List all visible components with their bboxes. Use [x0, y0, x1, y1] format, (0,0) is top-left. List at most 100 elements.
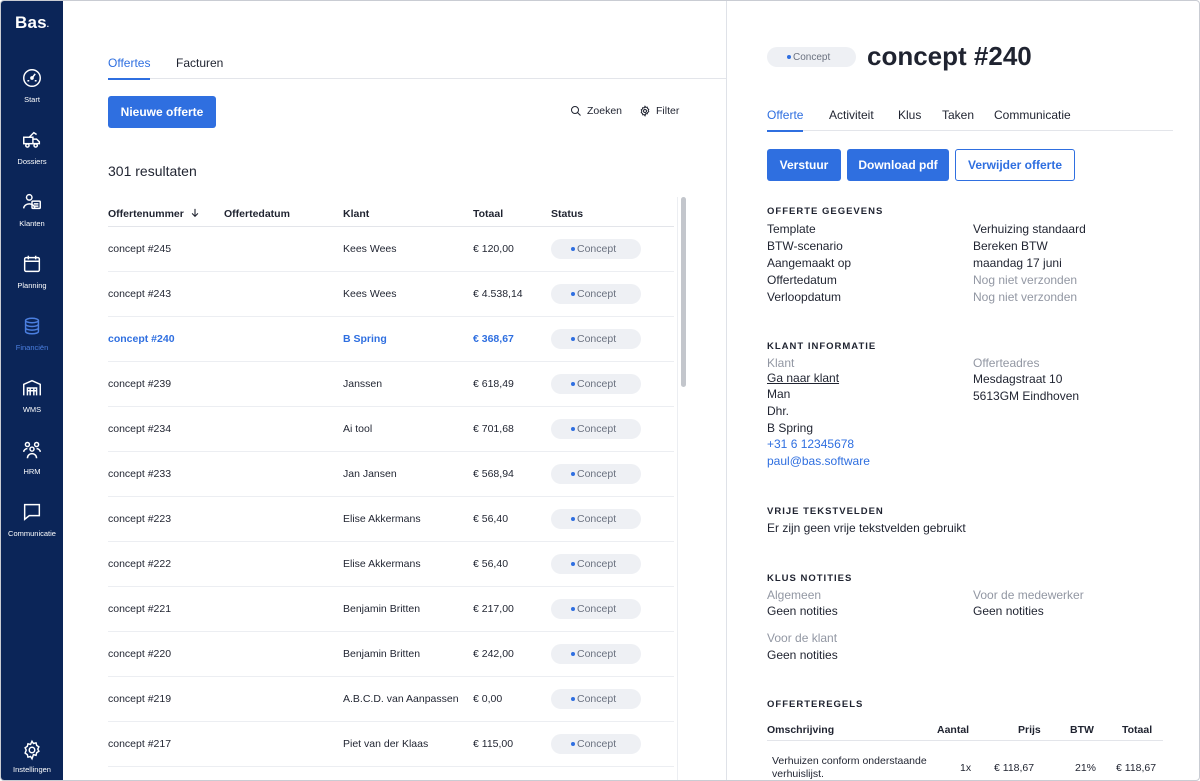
- send-button[interactable]: Verstuur: [767, 149, 841, 181]
- status-badge: Concept: [551, 554, 641, 574]
- table-row[interactable]: concept #233 Jan Jansen € 568,94 Concept: [108, 452, 674, 497]
- tab-offertes[interactable]: Offertes: [108, 56, 151, 80]
- app-window: Bas. Start Dossiers Klanten Planning Fin…: [0, 0, 1200, 781]
- cell-offertenummer: concept #239: [108, 378, 172, 390]
- cell-klant: Kees Wees: [343, 243, 397, 255]
- line-total: € 118,67: [1116, 762, 1157, 774]
- table-row[interactable]: concept #240 B Spring € 368,67 Concept: [108, 317, 674, 362]
- nav-item-start[interactable]: Start: [1, 67, 63, 123]
- table-row[interactable]: concept #234 Ai tool € 701,68 Concept: [108, 407, 674, 452]
- offers-list-panel: Offertes Facturen Nieuwe offerte Zoeken …: [63, 1, 726, 780]
- table-row[interactable]: concept #245 Kees Wees € 120,00 Concept: [108, 227, 674, 272]
- field-label: BTW-scenario: [767, 239, 843, 253]
- nav-item-communicatie[interactable]: Communicatie: [1, 501, 63, 557]
- search-icon: [571, 106, 581, 116]
- col-aantal: Aantal: [937, 724, 970, 736]
- client-email-link[interactable]: paul@bas.software: [767, 454, 870, 468]
- cell-totaal: € 217,00: [473, 603, 514, 615]
- cell-offertenummer: concept #220: [108, 648, 172, 660]
- field-value: Geen notities: [973, 604, 1044, 618]
- nav-item-dossiers[interactable]: Dossiers: [1, 129, 63, 185]
- filter-gear-icon: [640, 105, 650, 117]
- nav-item-planning[interactable]: Planning: [1, 253, 63, 309]
- status-badge: Concept: [551, 284, 641, 304]
- col-klant[interactable]: Klant: [343, 208, 369, 220]
- cell-klant: Ai tool: [343, 423, 373, 435]
- calendar-icon: [23, 255, 41, 273]
- cell-offertenummer: concept #217: [108, 738, 172, 750]
- new-offer-button[interactable]: Nieuwe offerte: [108, 96, 216, 128]
- download-pdf-button[interactable]: Download pdf: [847, 149, 949, 181]
- col-offertenummer[interactable]: Offertenummer: [108, 208, 200, 220]
- field-label: Voor de medewerker: [973, 588, 1084, 602]
- nav-label: Instellingen: [13, 765, 51, 774]
- tab-klus[interactable]: Klus: [898, 108, 921, 122]
- field-label: Voor de klant: [767, 631, 838, 645]
- cell-totaal: € 120,00: [473, 243, 514, 255]
- cell-offertenummer: concept #233: [108, 468, 172, 480]
- line-description: Verhuizen conform onderstaande verhuisli…: [772, 755, 927, 780]
- filter-button[interactable]: Filter: [639, 105, 679, 117]
- cell-klant: Janssen: [343, 378, 383, 390]
- detail-tabs: Offerte Activiteit Klus Taken Communicat…: [767, 107, 1173, 132]
- search-button[interactable]: Zoeken: [570, 105, 622, 117]
- status-badge: Concept: [551, 419, 641, 439]
- cell-offertenummer: concept #221: [108, 603, 172, 615]
- table-row[interactable]: concept #223 Elise Akkermans € 56,40 Concep…: [108, 497, 674, 542]
- tab-activiteit[interactable]: Activiteit: [829, 108, 874, 122]
- table-row[interactable]: concept #239 Janssen € 618,49 Concept: [108, 362, 674, 407]
- section-title-offerteregels: OFFERTEREGELS: [767, 699, 864, 710]
- status-badge: Concept: [551, 239, 641, 259]
- field-value: Verhuizing standaard: [973, 222, 1086, 236]
- delete-offer-button[interactable]: Verwijder offerte: [955, 149, 1075, 181]
- table-row[interactable]: concept #219 A.B.C.D. van Aanpassen € 0,00…: [108, 677, 674, 722]
- go-to-client-link[interactable]: Ga naar klant: [767, 371, 839, 385]
- col-omschrijving: Omschrijving: [767, 724, 835, 736]
- field-value: Geen notities: [767, 648, 838, 662]
- table-row[interactable]: concept #222 Elise Akkermans € 56,40 Concep…: [108, 542, 674, 587]
- tab-offerte[interactable]: Offerte: [767, 108, 804, 132]
- cell-offertenummer: concept #243: [108, 288, 172, 300]
- nav-item-wms[interactable]: WMS: [1, 377, 63, 433]
- arrow-down-icon: [191, 208, 199, 218]
- table-row[interactable]: concept #220 Benjamin Britten € 242,00 Conc…: [108, 632, 674, 677]
- nav-label: Start: [24, 95, 40, 104]
- nav-item-instellingen[interactable]: Instellingen: [1, 739, 63, 780]
- nav-item-klanten[interactable]: Klanten: [1, 191, 63, 247]
- gear-icon: [24, 739, 40, 761]
- table-header: Offertenummer Offertedatum Klant Totaal …: [108, 207, 674, 227]
- cell-offertenummer: concept #222: [108, 558, 172, 570]
- nav-item-financien[interactable]: Financiën: [1, 315, 63, 371]
- field-label: Algemeen: [767, 588, 822, 602]
- status-badge: Concept: [551, 374, 641, 394]
- sidebar: Bas. Start Dossiers Klanten Planning Fin…: [1, 1, 63, 780]
- truck-icon: [23, 131, 41, 148]
- section-title-klus-notities: KLUS NOTITIES: [767, 573, 853, 584]
- tab-facturen[interactable]: Facturen: [176, 56, 223, 70]
- team-icon: [23, 441, 41, 459]
- col-status[interactable]: Status: [551, 208, 583, 220]
- section-title-offerte-gegevens: OFFERTE GEGEVENS: [767, 206, 884, 217]
- section-title-klant-informatie: KLANT INFORMATIE: [767, 341, 877, 352]
- cell-totaal: € 0,00: [473, 693, 503, 705]
- tab-communicatie[interactable]: Communicatie: [994, 108, 1071, 122]
- table-row[interactable]: concept #217 Piet van der Klaas € 115,00 Co…: [108, 722, 674, 767]
- table-row[interactable]: concept #243 Kees Wees € 4.538,14 Concept: [108, 272, 674, 317]
- nav-label: Klanten: [19, 219, 45, 228]
- col-offertedatum[interactable]: Offertedatum: [224, 208, 290, 220]
- logo[interactable]: Bas.: [15, 13, 49, 33]
- scrollbar[interactable]: [677, 197, 687, 780]
- search-label: Zoeken: [587, 105, 623, 117]
- tab-taken[interactable]: Taken: [942, 108, 974, 122]
- cell-offertenummer: concept #219: [108, 693, 172, 705]
- cell-klant: Benjamin Britten: [343, 648, 421, 660]
- nav-label: WMS: [22, 405, 42, 414]
- client-phone-link[interactable]: +31 6 12345678: [767, 437, 854, 451]
- cell-klant: Benjamin Britten: [343, 603, 421, 615]
- section-title-vrije-tekstvelden: VRIJE TEKSTVELDEN: [767, 506, 884, 517]
- scrollbar-thumb[interactable]: [681, 197, 686, 387]
- nav-label: Planning: [17, 281, 47, 290]
- nav-item-hrm[interactable]: HRM: [1, 439, 63, 495]
- col-totaal[interactable]: Totaal: [473, 208, 503, 220]
- table-row[interactable]: concept #221 Benjamin Britten € 217,00 Conc…: [108, 587, 674, 632]
